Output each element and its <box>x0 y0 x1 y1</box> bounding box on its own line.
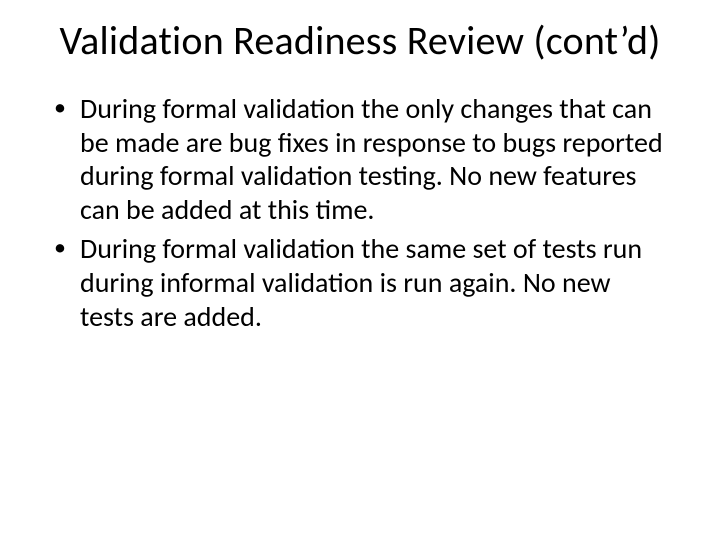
bullet-list: During formal validation the only change… <box>40 92 680 333</box>
list-item: During formal validation the only change… <box>50 92 670 226</box>
slide: Validation Readiness Review (cont’d) Dur… <box>0 0 720 540</box>
slide-title: Validation Readiness Review (cont’d) <box>40 18 680 64</box>
list-item: During formal validation the same set of… <box>50 232 670 333</box>
bullet-text: During formal validation the only change… <box>80 91 663 227</box>
bullet-text: During formal validation the same set of… <box>80 231 642 333</box>
